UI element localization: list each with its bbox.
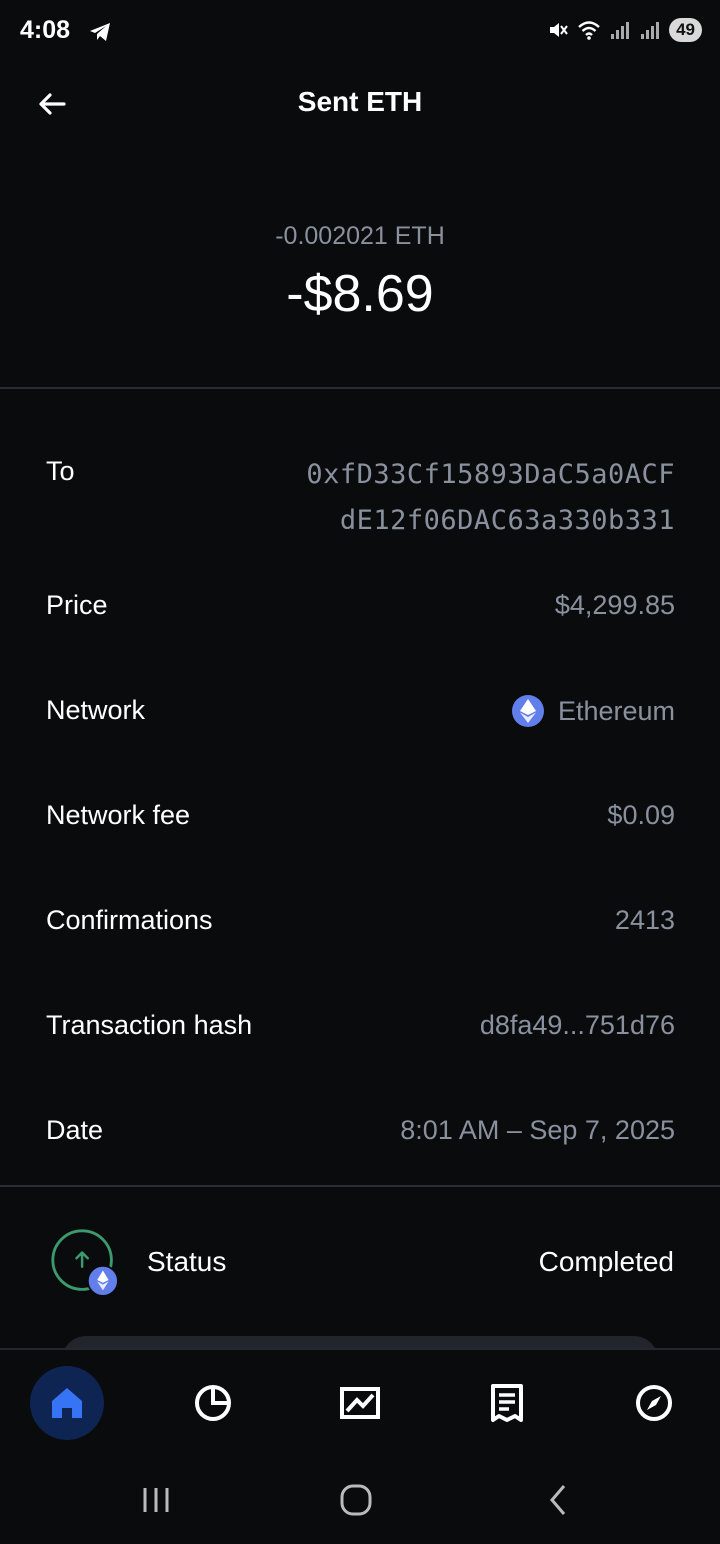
transaction-hash-row[interactable]: Transaction hash d8fa49...751d76 [46,1010,675,1041]
price-row: Price $4,299.85 [46,590,675,621]
bottom-nav [0,1348,720,1452]
home-system-button[interactable] [334,1478,378,1522]
nav-portfolio[interactable] [176,1366,250,1440]
home-icon [52,1388,82,1418]
back-chevron-icon [550,1485,566,1515]
to-address[interactable]: 0xfD33Cf15893DaC5a0ACF dE12f06DAC63a330b… [306,452,675,544]
network-fee-label: Network fee [46,800,191,830]
mute-icon [550,23,568,37]
receipt-icon [491,1384,523,1422]
network-row: Network Ethereum [46,695,675,727]
status-bar: 4:08 49 [0,0,720,64]
page-title: Sent ETH [297,86,423,117]
nav-explore[interactable] [617,1366,691,1440]
divider-bottom [0,1185,720,1187]
network-fee-row: Network fee $0.09 [46,800,675,831]
signal-icon [611,22,630,39]
signal-icon-2 [641,22,660,39]
confirmations-value: 2413 [614,905,675,935]
pie-chart-icon [195,1385,231,1421]
status-label: Status [147,1246,227,1277]
sent-status-icon [51,1229,118,1296]
nav-activity[interactable] [470,1366,544,1440]
date-row: Date 8:01 AM – Sep 7, 2025 [46,1115,675,1146]
nav-home[interactable] [30,1366,104,1440]
to-label: To [46,456,75,486]
confirmations-label: Confirmations [46,905,213,935]
transaction-hash-label: Transaction hash [46,1010,253,1040]
back-system-button[interactable] [536,1478,580,1522]
fiat-amount: -$8.69 [286,265,434,323]
to-row: To 0xfD33Cf15893DaC5a0ACF dE12f06DAC63a3… [46,452,675,544]
home-circle-icon [340,1484,372,1516]
divider-top [0,387,720,389]
date-label: Date [46,1115,104,1145]
confirmations-row: Confirmations 2413 [46,905,675,936]
crypto-amount: -0.002021 ETH [275,222,445,250]
trade-chart-icon [340,1387,380,1419]
header: Sent ETH [0,70,720,136]
network-fee-value: $0.09 [607,800,675,830]
to-address-line1: 0xfD33Cf15893DaC5a0ACF [306,459,675,490]
nav-trade[interactable] [323,1366,397,1440]
status-value: Completed [538,1246,674,1277]
status-time: 4:08 [20,16,71,44]
recent-apps-icon [143,1488,169,1512]
transaction-hash-value[interactable]: d8fa49...751d76 [480,1010,675,1041]
network-value: Ethereum [511,695,675,727]
recent-apps-button[interactable] [134,1478,178,1522]
price-value: $4,299.85 [554,590,675,620]
status-icons: 49 [547,18,702,42]
network-name: Ethereum [557,695,675,726]
date-value: 8:01 AM – Sep 7, 2025 [400,1115,675,1145]
price-label: Price [46,590,108,620]
battery-level: 49 [669,18,702,42]
telegram-icon [90,23,110,41]
compass-icon [636,1385,672,1421]
network-label: Network [46,695,146,725]
system-nav-bar [0,1452,720,1544]
ethereum-icon [511,695,544,727]
wifi-icon [578,21,600,40]
to-address-line2: dE12f06DAC63a330b331 [339,505,675,536]
